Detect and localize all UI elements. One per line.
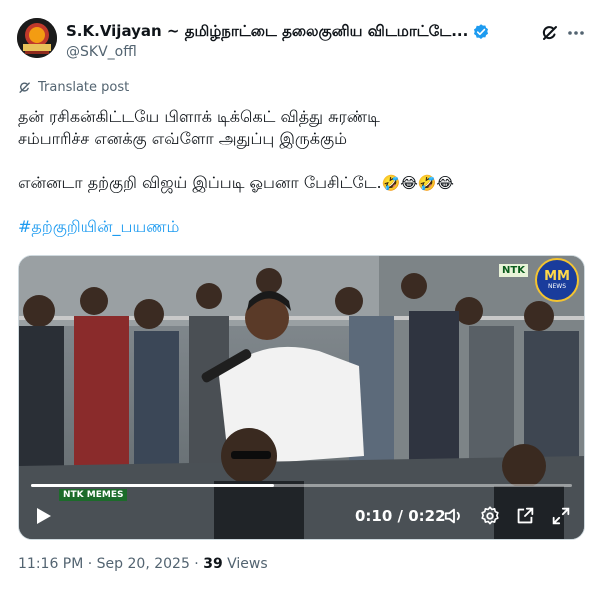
post-text: தன் ரசிகன்கிட்டயே பிளாக் டிக்கெட் வித்து… <box>18 106 588 238</box>
video-progress-bar[interactable] <box>31 484 572 487</box>
translate-post-label: Translate post <box>38 80 130 95</box>
watermark-ntk-memes: NTK MEMES <box>59 489 128 501</box>
video-time-separator: / <box>392 507 409 525</box>
video-time: 0:10 / 0:22 <box>355 507 446 525</box>
channel-logo-subtext: NEWS <box>547 283 567 290</box>
channel-logo: MM NEWS <box>535 258 579 302</box>
post-text-line-2: சம்பாரிச்ச எனக்கு எவ்ளோ அதுப்பு இருக்கும… <box>18 129 347 148</box>
translate-post-link[interactable]: Translate post <box>18 80 129 95</box>
post-timestamp[interactable]: 11:16 PM · Sep 20, 2025 · <box>18 556 203 572</box>
watermark-ntk: NTK <box>499 264 528 277</box>
author-display-name[interactable]: S.K.Vijayan ~ தமிழ்நாட்டை தலைகுனிய விடமா… <box>66 22 468 42</box>
post-text-line-3-text: என்னடா தற்குறி விஜய் இப்படி ஓபனா பேசிட்ட… <box>18 173 382 192</box>
author-handle[interactable]: @SKV_offl <box>66 44 137 60</box>
fullscreen-icon[interactable] <box>550 505 572 527</box>
post-text-line-1: தன் ரசிகன்கிட்டயே பிளாக் டிக்கெட் வித்து… <box>18 107 380 126</box>
volume-icon[interactable] <box>443 505 465 527</box>
video-progress-fill <box>31 484 275 487</box>
avatar[interactable] <box>17 18 57 58</box>
video-current-time: 0:10 <box>355 507 393 525</box>
views-count: 39 <box>203 556 223 572</box>
verified-badge-icon[interactable] <box>472 23 490 41</box>
avatar-image <box>17 18 57 58</box>
translate-icon <box>19 81 30 93</box>
hashtag-link[interactable]: #தற்குறியின்_பயணம் <box>18 216 588 238</box>
views-label: Views <box>222 556 268 572</box>
video-player[interactable]: NTK MM NEWS NTK MEMES 0:10 / 0:22 <box>18 255 585 540</box>
post-text-line-3: என்னடா தற்குறி விஜய் இப்படி ஓபனா பேசிட்ட… <box>18 172 588 194</box>
video-duration: 0:22 <box>408 507 446 525</box>
grok-icon[interactable] <box>540 23 560 43</box>
channel-logo-text: MM <box>544 269 570 284</box>
popout-icon[interactable] <box>514 505 536 527</box>
laugh-emoji-icons: 🤣😂🤣😂 <box>381 174 454 192</box>
settings-icon[interactable] <box>479 505 501 527</box>
more-icon[interactable] <box>566 23 586 43</box>
post-metadata: 11:16 PM · Sep 20, 2025 · 39 Views <box>18 556 268 572</box>
play-icon[interactable] <box>31 504 55 528</box>
